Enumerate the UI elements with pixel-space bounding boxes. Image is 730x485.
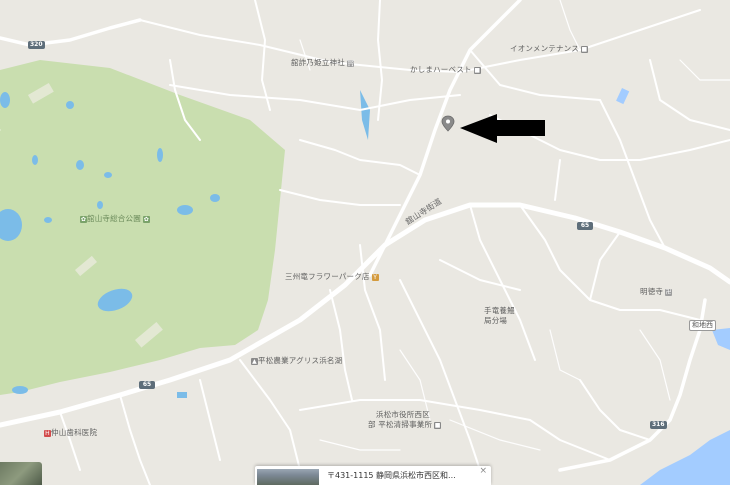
route-316-shield: 316 (650, 421, 667, 429)
street-view-thumbnail[interactable] (0, 462, 42, 485)
office-icon: ■ (434, 421, 442, 429)
route-65-east-shield: 65 (577, 222, 593, 230)
building-icon: ■ (580, 45, 588, 53)
park-icon: ✿ (80, 215, 87, 223)
label-temple[interactable]: 明徳寺卍 (640, 287, 673, 297)
label-agris[interactable]: ▲平松農業アグリス浜名湖 (249, 356, 342, 366)
label-shrine[interactable]: 舘詐乃姫立神社 ⛩ (291, 58, 355, 68)
farm-icon: ▲ (251, 357, 258, 365)
restaurant-icon: Y (371, 273, 379, 281)
station-label[interactable]: 和地西 (689, 320, 716, 331)
place-address: 〒431-1115 静岡県浜松市西区和... (327, 471, 456, 480)
label-supermarket[interactable]: かしまハーベスト ■ (410, 65, 481, 75)
close-icon[interactable]: × (479, 466, 487, 476)
label-maintenance[interactable]: イオンメンテナンス ■ (510, 44, 588, 54)
label-park[interactable]: ✿舘山寺総合公園 ✿ (78, 214, 150, 224)
hospital-icon: H (44, 429, 51, 437)
label-fishing-port-2[interactable]: 局分場 (484, 316, 507, 326)
temple-icon: 卍 (665, 288, 673, 296)
label-fishing-port[interactable]: 手竜養鰻 (484, 306, 515, 316)
map-canvas[interactable] (0, 0, 730, 485)
store-icon: ■ (473, 66, 481, 74)
shrine-icon: ⛩ (346, 59, 355, 67)
label-flower-park[interactable]: 三州竜フラワーパーク店 Y (285, 272, 379, 282)
place-photo-thumbnail[interactable] (257, 469, 319, 485)
place-info-card[interactable]: 〒431-1115 静岡県浜松市西区和... × (255, 466, 491, 485)
label-dental[interactable]: H仲山歯科医院 (42, 428, 97, 438)
route-320-shield: 320 (28, 41, 45, 49)
label-city-office-2[interactable]: 部 平松清掃事業所 ■ (368, 420, 442, 430)
park-icon-2: ✿ (142, 215, 150, 223)
route-65-west-shield: 65 (139, 381, 155, 389)
label-city-office[interactable]: 浜松市役所西区 (376, 410, 430, 420)
